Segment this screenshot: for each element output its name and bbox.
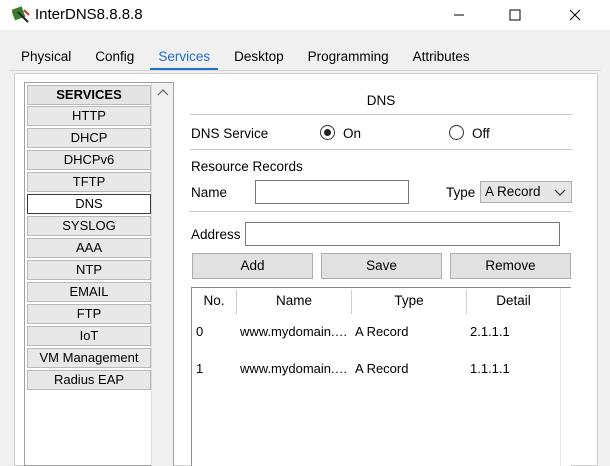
services-header: SERVICES	[27, 85, 151, 105]
close-icon	[569, 9, 581, 21]
divider	[190, 149, 572, 150]
service-item-vm-management[interactable]: VM Management	[27, 348, 151, 368]
close-button[interactable]	[552, 0, 598, 30]
save-button[interactable]: Save	[321, 253, 442, 279]
chevron-down-icon	[554, 189, 566, 196]
name-label: Name	[191, 185, 228, 200]
column-header-detail[interactable]: Detail	[467, 288, 560, 314]
dns-title: DNS	[366, 93, 396, 108]
maximize-button[interactable]	[492, 0, 538, 30]
column-header-type[interactable]: Type	[352, 288, 466, 314]
type-select-value: A Record	[485, 184, 541, 199]
service-item-radius-eap[interactable]: Radius EAP	[27, 370, 151, 390]
type-select[interactable]: A Record	[480, 181, 572, 203]
services-scrollbar[interactable]	[151, 83, 173, 466]
dns-off-radio[interactable]	[449, 125, 464, 140]
divider	[190, 211, 572, 212]
service-item-http[interactable]: HTTP	[27, 106, 151, 126]
chevron-up-icon	[157, 89, 169, 96]
table-row[interactable]: 1 www.mydomain.… A Record 1.1.1.1	[192, 355, 560, 383]
cell-detail: 1.1.1.1	[470, 361, 510, 376]
address-label: Address	[191, 227, 241, 242]
tab-desktop[interactable]: Desktop	[222, 43, 296, 71]
tab-physical[interactable]: Physical	[9, 43, 83, 71]
cell-no: 1	[196, 361, 204, 376]
cell-name: www.mydomain.…	[240, 361, 348, 376]
dns-off-label: Off	[472, 126, 490, 141]
service-item-dhcp[interactable]: DHCP	[27, 128, 151, 148]
remove-button[interactable]: Remove	[450, 253, 571, 279]
service-item-dns[interactable]: DNS	[27, 194, 151, 214]
tab-divider	[9, 70, 601, 71]
service-item-aaa[interactable]: AAA	[27, 238, 151, 258]
column-header-name[interactable]: Name	[237, 288, 351, 314]
cell-name: www.mydomain.…	[240, 324, 348, 339]
window-title: InterDNS8.8.8.8	[35, 6, 143, 23]
dns-on-label: On	[343, 126, 362, 141]
cell-no: 0	[196, 324, 204, 339]
dns-on-radio[interactable]	[320, 125, 335, 140]
service-item-dhcpv6[interactable]: DHCPv6	[27, 150, 151, 170]
cell-type: A Record	[355, 361, 409, 376]
service-item-iot[interactable]: IoT	[27, 326, 151, 346]
tab-programming[interactable]: Programming	[296, 43, 401, 71]
maximize-icon	[509, 9, 521, 21]
app-icon	[12, 6, 30, 23]
minimize-button[interactable]	[436, 0, 482, 30]
tab-config[interactable]: Config	[83, 43, 146, 71]
column-header-no[interactable]: No.	[192, 288, 236, 314]
dns-service-label: DNS Service	[191, 126, 269, 141]
type-label: Type	[446, 185, 476, 200]
tab-attributes[interactable]: Attributes	[401, 43, 482, 71]
cell-type: A Record	[355, 324, 409, 339]
service-item-syslog[interactable]: SYSLOG	[27, 216, 151, 236]
table-scrollbar[interactable]	[560, 288, 571, 466]
service-item-ftp[interactable]: FTP	[27, 304, 151, 324]
tab-services[interactable]: Services	[146, 43, 222, 71]
cell-detail: 2.1.1.1	[470, 324, 510, 339]
divider	[190, 114, 572, 115]
service-item-ntp[interactable]: NTP	[27, 260, 151, 280]
service-item-tftp[interactable]: TFTP	[27, 172, 151, 192]
table-row[interactable]: 0 www.mydomain.… A Record 2.1.1.1	[192, 318, 560, 346]
tab-bar: Physical Config Services Desktop Program…	[9, 43, 482, 71]
address-input[interactable]	[245, 222, 560, 246]
name-input[interactable]	[255, 180, 409, 204]
minimize-icon	[454, 14, 464, 16]
service-item-email[interactable]: EMAIL	[27, 282, 151, 302]
add-button[interactable]: Add	[192, 253, 313, 279]
resource-records-label: Resource Records	[191, 159, 303, 174]
